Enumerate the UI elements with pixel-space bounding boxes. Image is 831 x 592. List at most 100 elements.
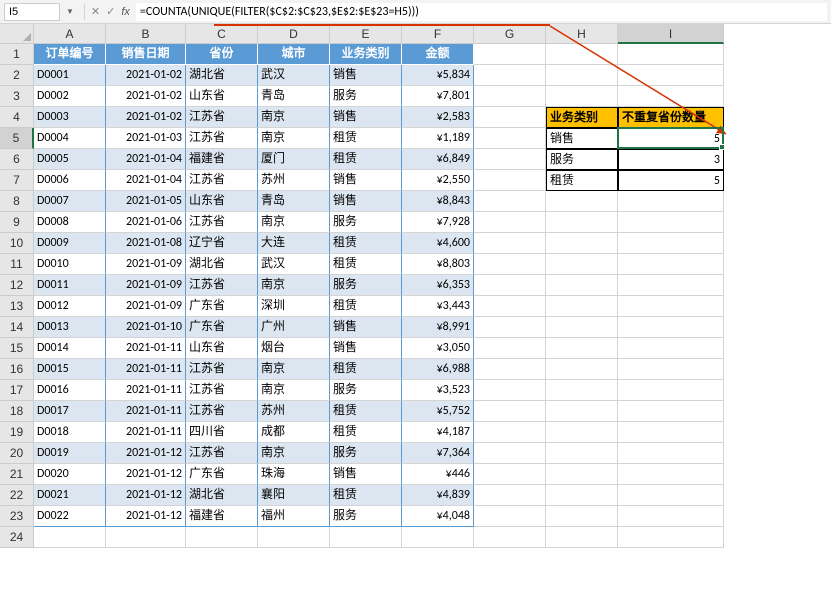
cell-G12[interactable] <box>474 275 546 296</box>
cell-D8[interactable]: 青岛 <box>258 191 330 212</box>
cell-C24[interactable] <box>186 527 258 548</box>
cell-F15[interactable]: ¥3,050 <box>402 338 474 359</box>
cell-H2[interactable] <box>546 65 618 86</box>
cell-B8[interactable]: 2021-01-05 <box>106 191 186 212</box>
cell-I6[interactable]: 3 <box>618 149 724 170</box>
col-header-A[interactable]: A <box>34 24 106 44</box>
cell-F7[interactable]: ¥2,550 <box>402 170 474 191</box>
cell-B9[interactable]: 2021-01-06 <box>106 212 186 233</box>
cell-E4[interactable]: 销售 <box>330 107 402 128</box>
cell-G4[interactable] <box>474 107 546 128</box>
cell-E21[interactable]: 销售 <box>330 464 402 485</box>
cell-C11[interactable]: 湖北省 <box>186 254 258 275</box>
cell-A13[interactable]: D0012 <box>34 296 106 317</box>
cell-G5[interactable] <box>474 128 546 149</box>
cell-H19[interactable] <box>546 422 618 443</box>
cell-G23[interactable] <box>474 506 546 527</box>
cell-C20[interactable]: 江苏省 <box>186 443 258 464</box>
cell-G10[interactable] <box>474 233 546 254</box>
cell-I4[interactable]: 不重复省份数量 <box>618 107 724 128</box>
row-header-15[interactable]: 15 <box>0 338 34 359</box>
cell-A5[interactable]: D0004 <box>34 128 106 149</box>
cell-E16[interactable]: 租赁 <box>330 359 402 380</box>
cell-B2[interactable]: 2021-01-02 <box>106 65 186 86</box>
cell-I24[interactable] <box>618 527 724 548</box>
cell-I5[interactable]: 5 <box>618 128 724 149</box>
cell-C3[interactable]: 山东省 <box>186 86 258 107</box>
cell-C1[interactable]: 省份 <box>186 44 258 65</box>
cell-B15[interactable]: 2021-01-11 <box>106 338 186 359</box>
cell-A24[interactable] <box>34 527 106 548</box>
cell-C2[interactable]: 湖北省 <box>186 65 258 86</box>
col-header-F[interactable]: F <box>402 24 474 44</box>
select-all-corner[interactable] <box>0 24 34 44</box>
cell-G3[interactable] <box>474 86 546 107</box>
cell-H18[interactable] <box>546 401 618 422</box>
cell-D15[interactable]: 烟台 <box>258 338 330 359</box>
col-header-C[interactable]: C <box>186 24 258 44</box>
cell-I10[interactable] <box>618 233 724 254</box>
cell-G2[interactable] <box>474 65 546 86</box>
cell-G20[interactable] <box>474 443 546 464</box>
cell-I15[interactable] <box>618 338 724 359</box>
cell-G8[interactable] <box>474 191 546 212</box>
cell-C15[interactable]: 山东省 <box>186 338 258 359</box>
cell-B5[interactable]: 2021-01-03 <box>106 128 186 149</box>
row-header-14[interactable]: 14 <box>0 317 34 338</box>
cell-D16[interactable]: 南京 <box>258 359 330 380</box>
col-header-G[interactable]: G <box>474 24 546 44</box>
cell-A1[interactable]: 订单编号 <box>34 44 106 65</box>
cell-A23[interactable]: D0022 <box>34 506 106 527</box>
row-header-20[interactable]: 20 <box>0 443 34 464</box>
cell-A21[interactable]: D0020 <box>34 464 106 485</box>
cell-F20[interactable]: ¥7,364 <box>402 443 474 464</box>
cell-A11[interactable]: D0010 <box>34 254 106 275</box>
cell-F4[interactable]: ¥2,583 <box>402 107 474 128</box>
cell-E15[interactable]: 销售 <box>330 338 402 359</box>
cell-D21[interactable]: 珠海 <box>258 464 330 485</box>
cell-H15[interactable] <box>546 338 618 359</box>
cell-C9[interactable]: 江苏省 <box>186 212 258 233</box>
cell-B4[interactable]: 2021-01-02 <box>106 107 186 128</box>
cell-E6[interactable]: 租赁 <box>330 149 402 170</box>
cell-D11[interactable]: 武汉 <box>258 254 330 275</box>
cell-F5[interactable]: ¥1,189 <box>402 128 474 149</box>
cell-H7[interactable]: 租赁 <box>546 170 618 191</box>
cell-F22[interactable]: ¥4,839 <box>402 485 474 506</box>
cell-C17[interactable]: 江苏省 <box>186 380 258 401</box>
name-box-dropdown-icon[interactable]: ▼ <box>62 7 78 16</box>
col-header-B[interactable]: B <box>106 24 186 44</box>
cell-C19[interactable]: 四川省 <box>186 422 258 443</box>
row-header-6[interactable]: 6 <box>0 149 34 170</box>
cell-B13[interactable]: 2021-01-09 <box>106 296 186 317</box>
cell-I3[interactable] <box>618 86 724 107</box>
cell-C16[interactable]: 江苏省 <box>186 359 258 380</box>
cell-A22[interactable]: D0021 <box>34 485 106 506</box>
cell-A19[interactable]: D0018 <box>34 422 106 443</box>
cell-G19[interactable] <box>474 422 546 443</box>
row-headers[interactable]: 123456789101112131415161718192021222324 <box>0 44 34 548</box>
cell-H5[interactable]: 销售 <box>546 128 618 149</box>
row-header-17[interactable]: 17 <box>0 380 34 401</box>
cell-I22[interactable] <box>618 485 724 506</box>
cell-E18[interactable]: 租赁 <box>330 401 402 422</box>
cell-I23[interactable] <box>618 506 724 527</box>
column-headers[interactable]: ABCDEFGHI <box>34 24 724 44</box>
cell-B3[interactable]: 2021-01-02 <box>106 86 186 107</box>
row-header-8[interactable]: 8 <box>0 191 34 212</box>
cell-E8[interactable]: 销售 <box>330 191 402 212</box>
cell-E17[interactable]: 服务 <box>330 380 402 401</box>
cell-I14[interactable] <box>618 317 724 338</box>
cell-F2[interactable]: ¥5,834 <box>402 65 474 86</box>
cell-D19[interactable]: 成都 <box>258 422 330 443</box>
cell-D17[interactable]: 南京 <box>258 380 330 401</box>
cell-A17[interactable]: D0016 <box>34 380 106 401</box>
cell-H10[interactable] <box>546 233 618 254</box>
cell-E14[interactable]: 销售 <box>330 317 402 338</box>
cell-F12[interactable]: ¥6,353 <box>402 275 474 296</box>
row-header-21[interactable]: 21 <box>0 464 34 485</box>
cell-G14[interactable] <box>474 317 546 338</box>
cell-B16[interactable]: 2021-01-11 <box>106 359 186 380</box>
cell-B19[interactable]: 2021-01-11 <box>106 422 186 443</box>
cell-D18[interactable]: 苏州 <box>258 401 330 422</box>
